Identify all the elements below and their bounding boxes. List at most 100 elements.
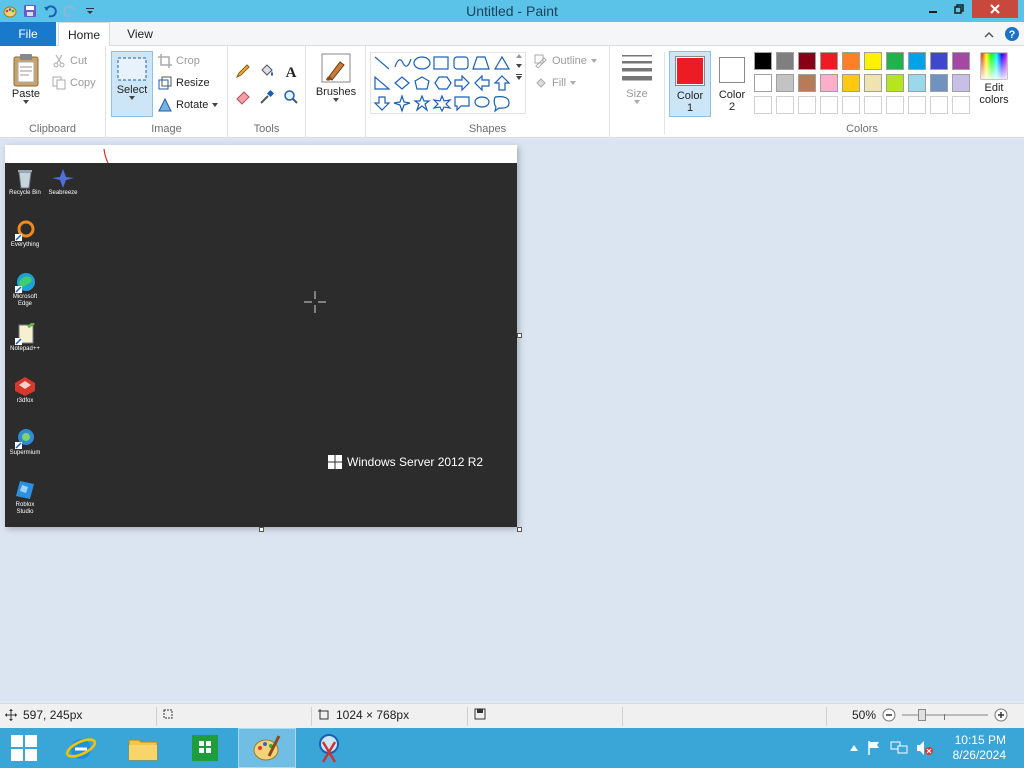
- custom-color-slot[interactable]: [754, 96, 772, 114]
- color2-label-line2: 2: [728, 101, 736, 113]
- brushes-group: Brushes: [306, 46, 366, 138]
- custom-color-slot[interactable]: [820, 96, 838, 114]
- palette-color-swatch[interactable]: [842, 74, 860, 92]
- custom-color-slot[interactable]: [776, 96, 794, 114]
- app-icon: [52, 169, 74, 188]
- line-size-icon: [622, 55, 652, 81]
- canvas-workspace[interactable]: Recycle Bin Seabreeze Everything Microso…: [0, 139, 1024, 701]
- resize-handle-corner[interactable]: [517, 527, 522, 532]
- taskbar-clock[interactable]: 10:15 PM 8/26/2024: [953, 733, 1006, 763]
- supermium-icon: [15, 429, 34, 449]
- taskbar-store[interactable]: [176, 728, 234, 768]
- pencil-icon[interactable]: [234, 62, 252, 80]
- minimize-ribbon-icon[interactable]: [984, 30, 994, 42]
- separator: [826, 707, 827, 726]
- text-tool-icon[interactable]: A: [282, 62, 300, 80]
- custom-color-slot[interactable]: [930, 96, 948, 114]
- custom-color-slot[interactable]: [798, 96, 816, 114]
- start-button[interactable]: [0, 728, 48, 768]
- palette-color-swatch[interactable]: [864, 74, 882, 92]
- resize-handle-right[interactable]: [517, 333, 522, 338]
- palette-color-swatch[interactable]: [754, 52, 772, 70]
- volume-muted-icon[interactable]: [916, 740, 934, 756]
- palette-color-swatch[interactable]: [908, 74, 926, 92]
- size-button[interactable]: Size: [614, 52, 660, 104]
- taskbar-paint[interactable]: [238, 728, 296, 768]
- palette-color-swatch[interactable]: [820, 74, 838, 92]
- palette-color-swatch[interactable]: [930, 74, 948, 92]
- shapes-scroll[interactable]: [516, 54, 522, 80]
- disk-icon: [474, 708, 486, 720]
- minimize-button[interactable]: [920, 0, 946, 18]
- select-button[interactable]: Select: [111, 51, 153, 117]
- drawing-canvas[interactable]: Recycle Bin Seabreeze Everything Microso…: [5, 145, 517, 527]
- palette-color-swatch[interactable]: [952, 52, 970, 70]
- tab-file[interactable]: File: [0, 22, 56, 46]
- color-picker-icon[interactable]: [258, 88, 276, 106]
- resize-button[interactable]: Resize: [158, 76, 210, 90]
- color2-button[interactable]: Color 2: [713, 51, 751, 117]
- zoom-slider-thumb[interactable]: [918, 709, 927, 721]
- copy-button[interactable]: Copy: [52, 76, 96, 90]
- palette-color-swatch[interactable]: [776, 74, 794, 92]
- palette-color-swatch[interactable]: [864, 52, 882, 70]
- zoom-in-icon[interactable]: [994, 708, 1008, 722]
- palette-color-swatch[interactable]: [798, 52, 816, 70]
- colors-group: Colors: [752, 46, 972, 138]
- roblox-studio-icon: [16, 481, 34, 499]
- palette-color-swatch[interactable]: [886, 52, 904, 70]
- tab-view[interactable]: View: [114, 22, 166, 46]
- rotate-label: Rotate: [176, 99, 209, 111]
- cut-button[interactable]: Cut: [52, 54, 87, 68]
- gallery-expand-icon: [516, 74, 522, 80]
- rotate-button[interactable]: Rotate: [158, 98, 219, 112]
- zoom-out-icon[interactable]: [882, 708, 896, 722]
- outline-button[interactable]: Outline: [534, 54, 597, 68]
- snipping-tool-icon: [319, 734, 339, 763]
- palette-color-swatch[interactable]: [842, 52, 860, 70]
- network-icon[interactable]: [890, 740, 908, 756]
- desktop-icon-everything: Everything: [7, 219, 43, 249]
- clipboard-group: Paste Cut Copy Clipboard: [0, 46, 106, 138]
- palette-color-swatch[interactable]: [886, 74, 904, 92]
- palette-color-swatch[interactable]: [908, 52, 926, 70]
- paste-button[interactable]: Paste: [6, 52, 46, 104]
- custom-color-slot[interactable]: [864, 96, 882, 114]
- chevron-down-icon: [212, 103, 219, 107]
- custom-color-slot[interactable]: [842, 96, 860, 114]
- shapes-gallery-icons[interactable]: [371, 53, 527, 115]
- taskbar-file-explorer[interactable]: [114, 728, 172, 768]
- magnifier-icon[interactable]: [282, 88, 300, 106]
- restore-button[interactable]: [946, 0, 972, 18]
- custom-color-slot[interactable]: [886, 96, 904, 114]
- brushes-button[interactable]: Brushes: [312, 52, 360, 102]
- color1-button[interactable]: Color 1: [669, 51, 711, 117]
- palette-color-swatch[interactable]: [930, 52, 948, 70]
- palette-color-swatch[interactable]: [798, 74, 816, 92]
- edit-colors-button[interactable]: Edit colors: [974, 52, 1014, 106]
- palette-color-swatch[interactable]: [952, 74, 970, 92]
- crosshair-cursor-icon: [304, 291, 326, 313]
- fill-button[interactable]: Fill: [534, 76, 577, 90]
- image-group-label: Image: [151, 123, 182, 135]
- separator: [156, 707, 157, 726]
- palette-color-swatch[interactable]: [754, 74, 772, 92]
- tab-home[interactable]: Home: [58, 22, 110, 47]
- close-button[interactable]: [972, 0, 1018, 18]
- crop-button[interactable]: Crop: [158, 54, 200, 68]
- help-icon[interactable]: ?: [1004, 26, 1020, 45]
- action-center-flag-icon[interactable]: [866, 740, 882, 756]
- crop-label: Crop: [176, 55, 200, 67]
- eraser-icon[interactable]: [234, 88, 252, 106]
- palette-color-swatch[interactable]: [820, 52, 838, 70]
- resize-handle-bottom[interactable]: [259, 527, 264, 532]
- notepad-icon: [15, 323, 35, 345]
- show-hidden-icons-icon[interactable]: [850, 745, 858, 751]
- custom-color-slot[interactable]: [952, 96, 970, 114]
- zoom-slider[interactable]: [902, 708, 989, 722]
- custom-color-slot[interactable]: [908, 96, 926, 114]
- taskbar-snipping-tool[interactable]: [300, 728, 358, 768]
- palette-color-swatch[interactable]: [776, 52, 794, 70]
- fill-bucket-icon[interactable]: [258, 62, 276, 80]
- taskbar-internet-explorer[interactable]: [52, 728, 110, 768]
